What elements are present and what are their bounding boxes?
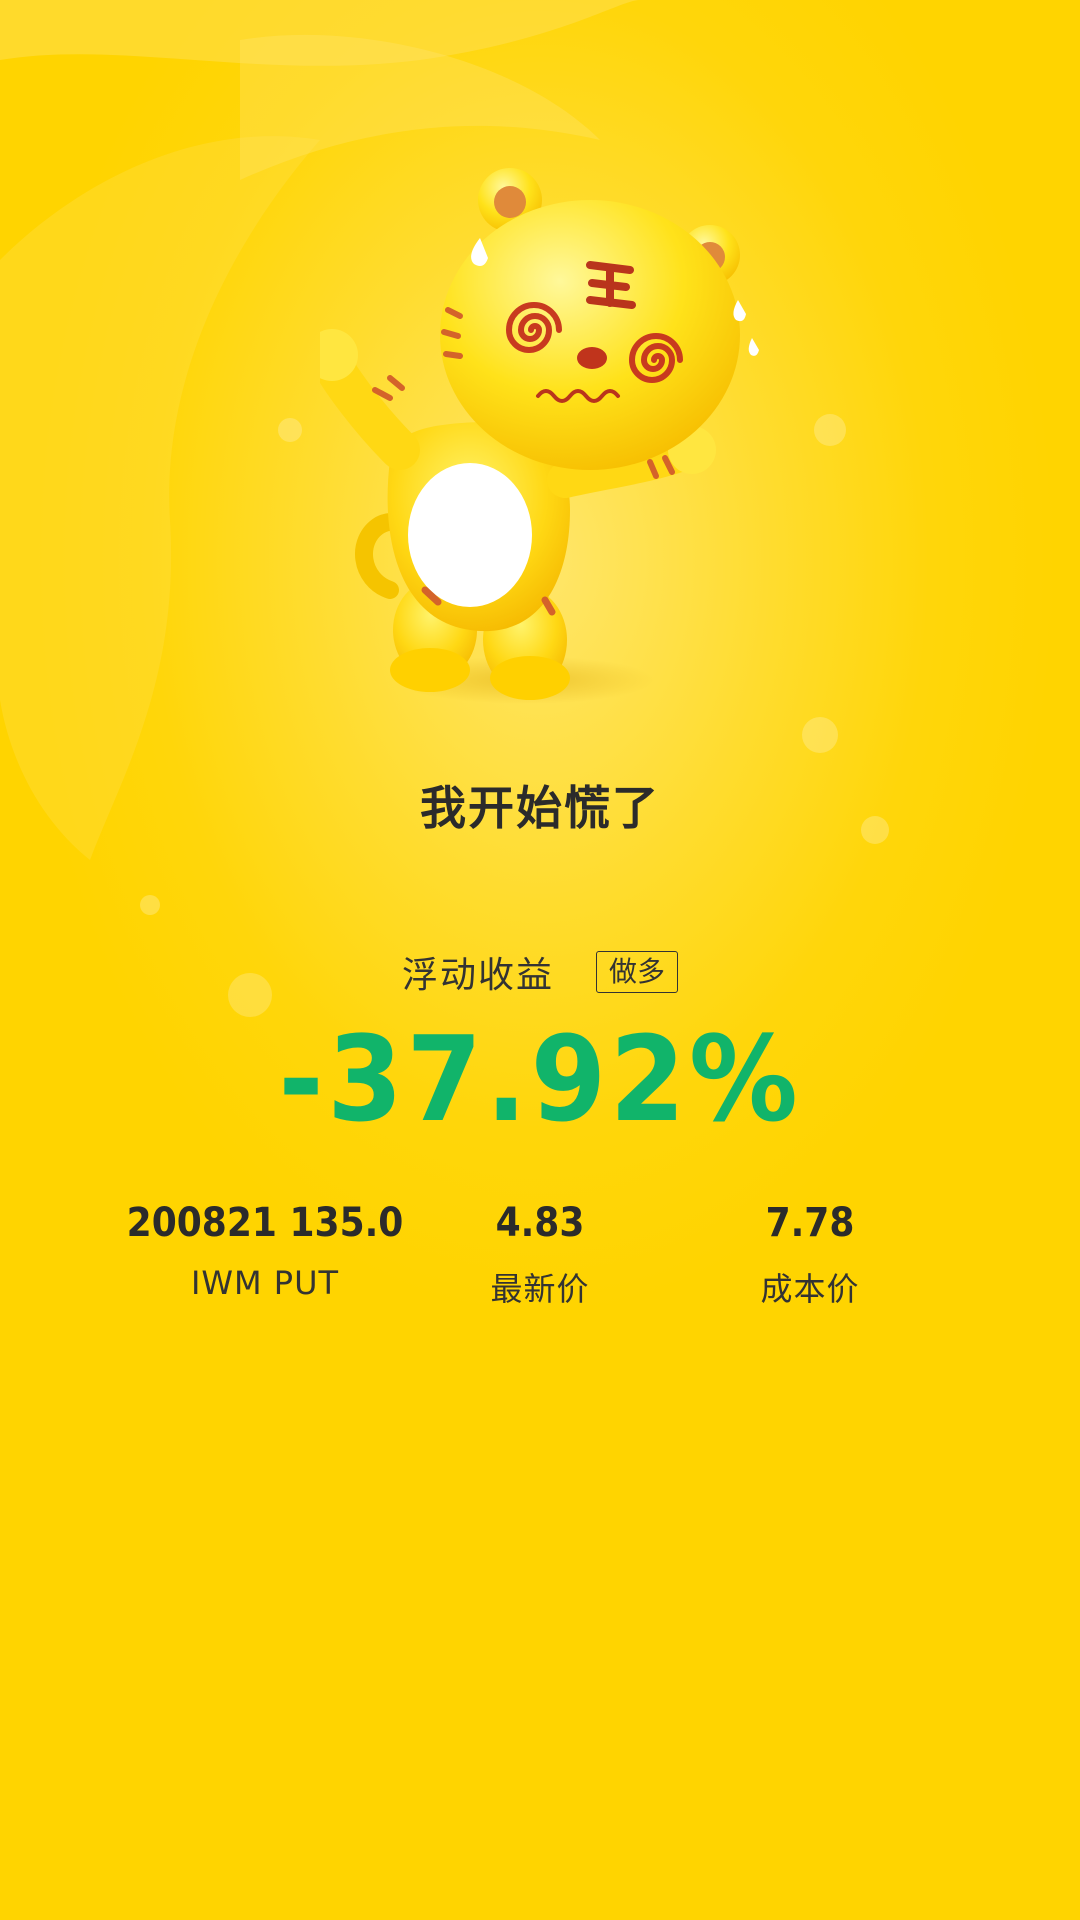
position-stats: 200821 135.0 IWM PUT 4.83 最新价 7.78 成本价	[0, 1200, 1080, 1320]
stat-last-price-value: 4.83	[495, 1200, 585, 1246]
stat-contract: 200821 135.0 IWM PUT	[105, 1200, 425, 1302]
panicked-tiger-mascot-icon	[320, 168, 759, 704]
stat-contract-value: 200821 135.0	[126, 1200, 404, 1246]
mood-title: 我开始慌了	[420, 781, 660, 835]
position-direction-badge: 做多	[596, 951, 679, 993]
stat-cost-price: 7.78 成本价	[650, 1200, 970, 1310]
floating-pnl-label: 浮动收益	[401, 955, 554, 996]
stat-contract-label: IWM PUT	[190, 1264, 340, 1302]
floating-pnl-header: 浮动收益 做多	[0, 946, 1080, 998]
floating-pnl-value: -37.92%	[278, 1010, 802, 1148]
stat-cost-price-value: 7.78	[765, 1200, 855, 1246]
stat-cost-price-label: 成本价	[760, 1270, 860, 1308]
